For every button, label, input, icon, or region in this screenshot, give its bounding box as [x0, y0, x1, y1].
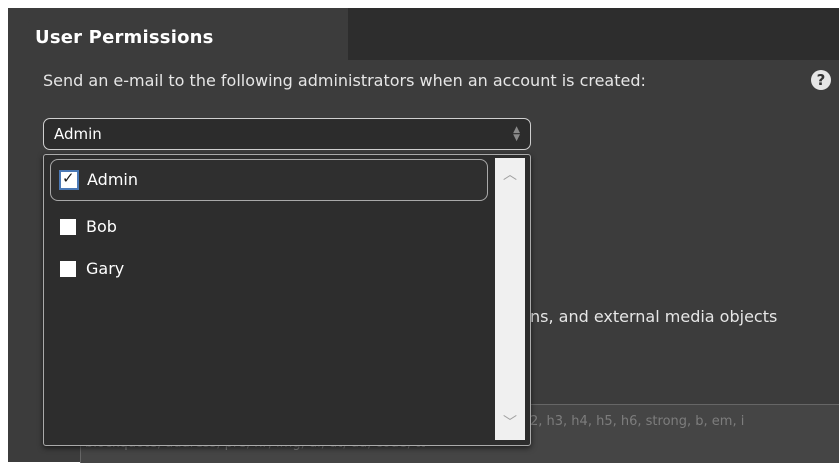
admin-select[interactable]: Admin ▲ ▼	[43, 118, 531, 150]
checkbox-admin[interactable]: ✓	[59, 169, 79, 190]
admin-select-value: Admin	[54, 125, 102, 143]
option-label-admin: Admin	[87, 170, 138, 189]
tab-bar-background	[348, 8, 839, 60]
admin-options-listbox[interactable]: ✓ Admin Bob Gary ︿ ﹀	[43, 154, 531, 446]
section-title: User Permissions	[35, 27, 214, 48]
option-label-gary: Gary	[86, 259, 125, 278]
media-objects-label: ns, and external media objects	[530, 307, 778, 326]
checkbox-bob[interactable]	[60, 219, 76, 235]
option-bob[interactable]: Bob	[50, 207, 486, 247]
window-top-strip	[8, 0, 839, 8]
option-gary[interactable]: Gary	[50, 249, 486, 289]
checkbox-gary[interactable]	[60, 261, 76, 277]
updown-caret-icon: ▲ ▼	[513, 125, 520, 143]
option-admin[interactable]: ✓ Admin	[50, 159, 488, 201]
question-circle-icon[interactable]: ?	[811, 70, 831, 90]
listbox-scrollbar[interactable]: ︿ ﹀	[495, 158, 525, 440]
checkmark-icon: ✓	[62, 169, 75, 187]
chevron-down-icon[interactable]: ﹀	[503, 412, 517, 432]
option-label-bob: Bob	[86, 217, 117, 236]
allowed-tags-text-line1: 2, h3, h4, h5, h6, strong, b, em, i	[530, 414, 745, 429]
chevron-up-icon[interactable]: ︿	[503, 164, 517, 184]
email-instruction-label: Send an e-mail to the following administ…	[43, 71, 646, 90]
